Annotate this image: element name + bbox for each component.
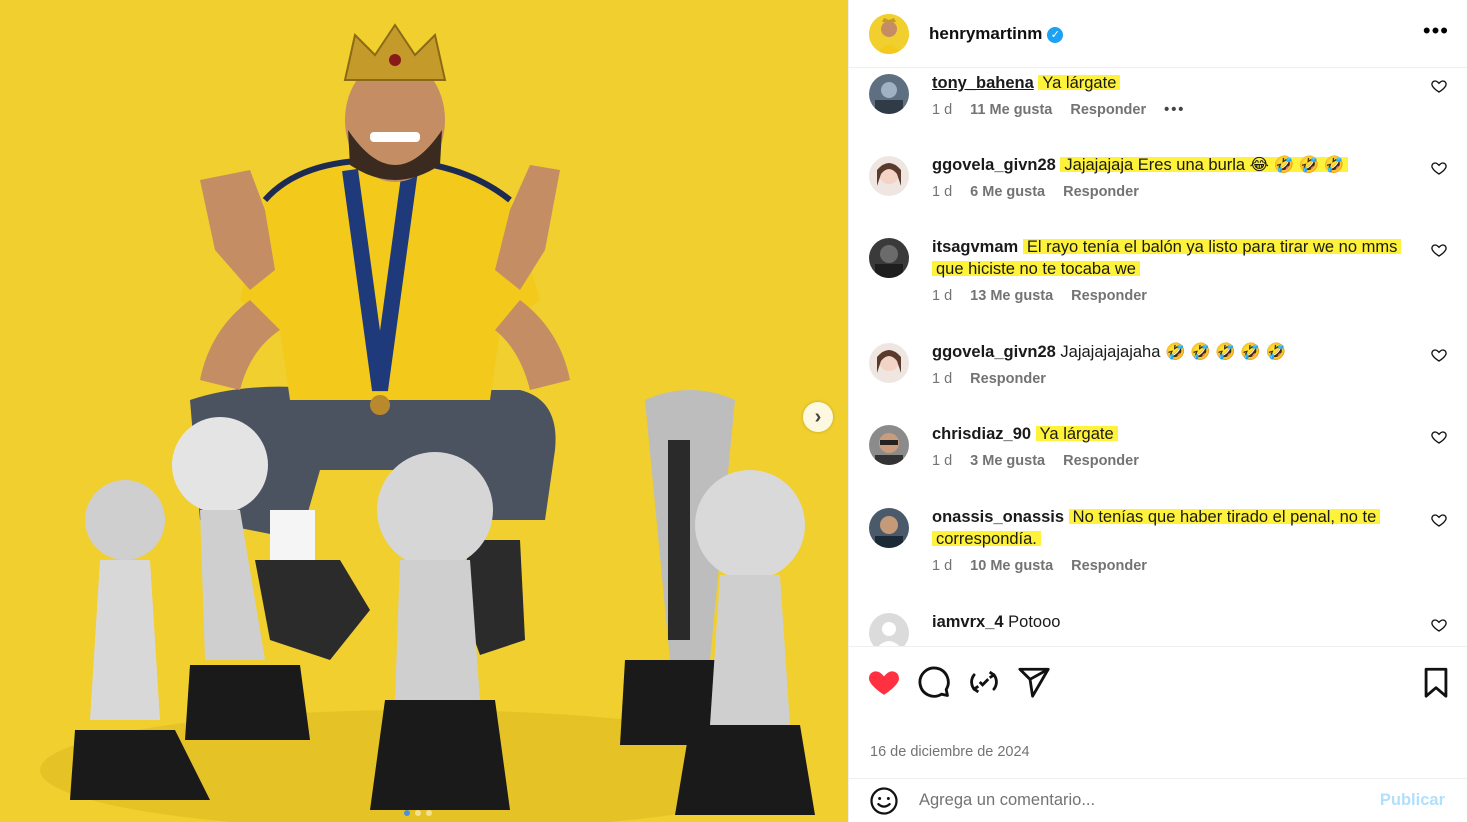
like-comment-heart-icon[interactable] xyxy=(1431,78,1447,94)
comment-text-row: onassis_onassis No tenías que haber tira… xyxy=(932,506,1417,550)
photo-illustration xyxy=(0,0,848,822)
like-comment-heart-icon[interactable] xyxy=(1431,617,1447,633)
comment-meta: 1 d Responder xyxy=(932,371,1447,387)
comment-icon[interactable] xyxy=(917,665,951,699)
comment-meta: 1 d 11 Me gusta Responder ••• xyxy=(932,102,1447,118)
like-comment-heart-icon[interactable] xyxy=(1431,429,1447,445)
comment-text-row: chrisdiaz_90 Ya lárgate xyxy=(932,423,1417,445)
commenter-username[interactable]: itsagvmam xyxy=(932,238,1018,256)
like-comment-heart-icon[interactable] xyxy=(1431,512,1447,528)
carousel-indicator xyxy=(404,810,432,816)
reply-button[interactable]: Responder xyxy=(1063,453,1139,469)
commenter-avatar[interactable] xyxy=(869,508,909,548)
commenter-username[interactable]: iamvrx_4 xyxy=(932,613,1004,631)
add-comment-bar: Publicar xyxy=(849,778,1467,822)
comments-list[interactable]: tony_bahena Ya lárgate 1 d 11 Me gusta R… xyxy=(849,68,1467,646)
comment-item: ggovela_givn28 Jajajajaja Eres una burla… xyxy=(869,154,1447,200)
publish-button[interactable]: Publicar xyxy=(1380,791,1445,810)
post-header: henrymartinm ✓ ••• xyxy=(849,0,1467,68)
commenter-avatar[interactable] xyxy=(869,425,909,465)
chevron-right-icon: › xyxy=(814,405,822,428)
post-sidebar: henrymartinm ✓ ••• tony_bahena Ya lárgate… xyxy=(848,0,1467,822)
post-photo[interactable]: › xyxy=(0,0,848,822)
comment-time: 1 d xyxy=(932,371,953,387)
commenter-avatar[interactable] xyxy=(869,238,909,278)
comment-item: ggovela_givn28 Jajajajajajaha 🤣 🤣 🤣 🤣 🤣 … xyxy=(869,341,1447,387)
comment-item: onassis_onassis No tenías que haber tira… xyxy=(869,506,1447,574)
reply-button[interactable]: Responder xyxy=(1070,102,1146,118)
comment-item: chrisdiaz_90 Ya lárgate 1 d 3 Me gusta R… xyxy=(869,423,1447,469)
comment-likes[interactable]: 6 Me gusta xyxy=(970,184,1045,200)
comment-text: Jajajajajajaha 🤣 🤣 🤣 🤣 🤣 xyxy=(1060,343,1287,361)
commenter-username[interactable]: chrisdiaz_90 xyxy=(932,425,1031,443)
commenter-username[interactable]: ggovela_givn28 xyxy=(932,343,1056,361)
comment-text-row: iamvrx_4 Potooo xyxy=(932,611,1417,633)
commenter-avatar[interactable] xyxy=(869,613,909,646)
verified-badge-icon: ✓ xyxy=(1047,26,1064,43)
reply-button[interactable]: Responder xyxy=(1071,558,1147,574)
bookmark-icon[interactable] xyxy=(1419,665,1453,699)
comment-likes[interactable]: 13 Me gusta xyxy=(970,288,1053,304)
comment-input[interactable] xyxy=(919,791,1359,810)
reply-button[interactable]: Responder xyxy=(970,371,1046,387)
comment-likes[interactable]: 10 Me gusta xyxy=(970,558,1053,574)
comment-text: Ya lárgate xyxy=(1035,425,1118,443)
comment-text: Potooo xyxy=(1008,613,1061,631)
comment-options-icon[interactable]: ••• xyxy=(1164,102,1185,118)
reply-button[interactable]: Responder xyxy=(1063,184,1139,200)
comment-item: tony_bahena Ya lárgate 1 d 11 Me gusta R… xyxy=(869,72,1447,118)
post-date[interactable]: 16 de diciembre de 2024 xyxy=(870,744,1030,760)
commenter-username[interactable]: tony_bahena xyxy=(932,74,1034,92)
comment-text: que hiciste no te tocaba we xyxy=(932,260,1140,278)
author-username[interactable]: henrymartinm ✓ xyxy=(929,24,1064,44)
comment-meta: 1 d 10 Me gusta Responder xyxy=(932,558,1447,574)
comment-text-row: tony_bahena Ya lárgate xyxy=(932,72,1417,94)
more-options-icon[interactable]: ••• xyxy=(1423,18,1449,44)
comment-text: No tenías que haber tirado el penal, no … xyxy=(1068,508,1381,526)
comment-item: itsagvmam El rayo tenía el balón ya list… xyxy=(869,236,1447,304)
commenter-avatar[interactable] xyxy=(869,343,909,383)
post-actions-bar xyxy=(849,646,1467,716)
comment-likes[interactable]: 3 Me gusta xyxy=(970,453,1045,469)
commenter-username[interactable]: ggovela_givn28 xyxy=(932,156,1056,174)
reply-button[interactable]: Responder xyxy=(1071,288,1147,304)
carousel-next-button[interactable]: › xyxy=(803,402,833,432)
comment-text: El rayo tenía el balón ya listo para tir… xyxy=(1022,238,1402,256)
instagram-post-view: › henrymartinm ✓ ••• tony_bahena Ya lárga… xyxy=(0,0,1467,822)
comment-text: correspondía. xyxy=(932,530,1041,548)
carousel-dot xyxy=(415,810,421,816)
comment-time: 1 d xyxy=(932,558,953,574)
repost-icon[interactable] xyxy=(967,665,1001,699)
carousel-dot xyxy=(404,810,410,816)
share-icon[interactable] xyxy=(1017,665,1051,699)
comment-text-row: ggovela_givn28 Jajajajajajaha 🤣 🤣 🤣 🤣 🤣 xyxy=(932,341,1417,363)
comment-meta: 1 d 13 Me gusta Responder xyxy=(932,288,1447,304)
comment-time: 1 d xyxy=(932,102,953,118)
comment-item: iamvrx_4 Potooo xyxy=(869,611,1447,646)
comment-time: 1 d xyxy=(932,453,953,469)
like-comment-heart-icon[interactable] xyxy=(1431,160,1447,176)
comment-text-row: itsagvmam El rayo tenía el balón ya list… xyxy=(932,236,1417,280)
comment-meta: 1 d 3 Me gusta Responder xyxy=(932,453,1447,469)
commenter-username[interactable]: onassis_onassis xyxy=(932,508,1064,526)
comment-likes[interactable]: 11 Me gusta xyxy=(970,102,1052,118)
heart-filled-icon[interactable] xyxy=(867,665,901,699)
author-avatar[interactable] xyxy=(869,13,909,54)
comment-time: 1 d xyxy=(932,184,953,200)
comment-text: Jajajajaja Eres una burla 😂 🤣 🤣 🤣 xyxy=(1060,156,1349,174)
comment-text: Ya lárgate xyxy=(1038,74,1121,92)
commenter-avatar[interactable] xyxy=(869,74,909,114)
emoji-icon[interactable] xyxy=(869,786,899,816)
like-comment-heart-icon[interactable] xyxy=(1431,347,1447,363)
carousel-dot xyxy=(426,810,432,816)
commenter-avatar[interactable] xyxy=(869,156,909,196)
author-username-text[interactable]: henrymartinm xyxy=(929,24,1042,43)
comment-meta: 1 d 6 Me gusta Responder xyxy=(932,184,1447,200)
comment-text-row: ggovela_givn28 Jajajajaja Eres una burla… xyxy=(932,154,1417,176)
comment-time: 1 d xyxy=(932,288,953,304)
like-comment-heart-icon[interactable] xyxy=(1431,242,1447,258)
